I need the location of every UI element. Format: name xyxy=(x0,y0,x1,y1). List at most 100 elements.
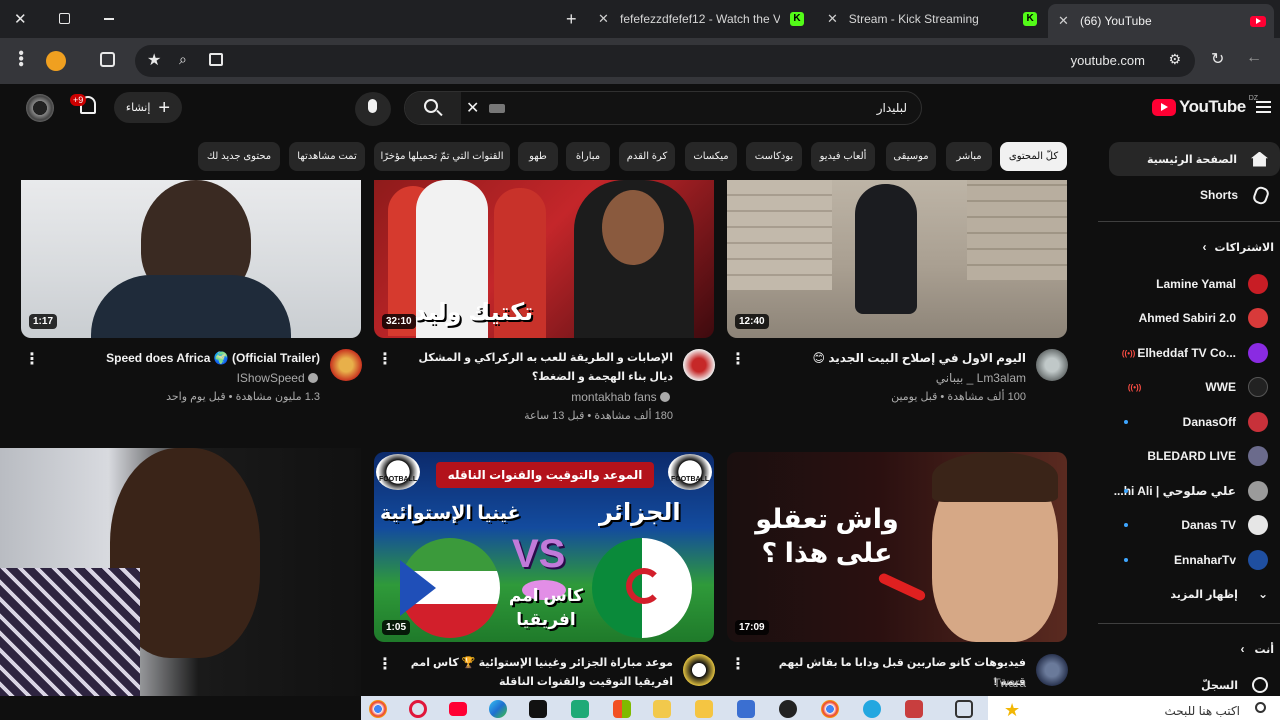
chip-all[interactable]: محتوى جديد لك xyxy=(198,142,280,171)
channel-avatar[interactable] xyxy=(1036,654,1068,686)
subscriptions-header[interactable]: ‹ الاشتراكات xyxy=(1200,240,1280,254)
meet-icon[interactable] xyxy=(571,700,589,718)
search-icon-handle xyxy=(436,109,443,117)
chrome-active-icon[interactable] xyxy=(821,700,839,718)
more-actions-icon[interactable]: ⋮ xyxy=(730,349,746,369)
sidebar-subscription[interactable]: EnnaharTv xyxy=(1098,545,1268,575)
search-input[interactable]: لبليدار xyxy=(877,101,907,115)
chrome-icon[interactable] xyxy=(369,700,387,718)
site-settings-icon[interactable]: ⚙ xyxy=(1168,51,1181,68)
video-thumbnail[interactable]: 12:40 xyxy=(727,180,1067,338)
bookmark-star-icon[interactable]: ★ xyxy=(147,50,161,70)
sidebar-subscription[interactable]: علي صلوحي | hi Ali... xyxy=(1098,476,1268,506)
channel-avatar[interactable] xyxy=(683,654,715,686)
more-actions-icon[interactable]: ⋮ xyxy=(377,654,393,674)
youtube-app-icon[interactable] xyxy=(449,702,467,716)
sidebar-subscription[interactable]: BLEDARD LIVE xyxy=(1098,441,1268,471)
url-text[interactable]: youtube.com xyxy=(1071,53,1145,68)
opera-icon[interactable] xyxy=(409,700,427,718)
address-bar[interactable]: ★ ⌕ youtube.com ⚙ xyxy=(135,45,1195,77)
install-app-icon[interactable] xyxy=(209,53,223,66)
close-tab-icon[interactable]: ✕ xyxy=(598,11,612,27)
reload-icon[interactable]: ↻ xyxy=(1211,49,1224,69)
sidebar-subscription[interactable]: ((•)) WWE xyxy=(1098,372,1268,402)
close-tab-icon[interactable]: ✕ xyxy=(827,11,841,27)
video-title[interactable]: اليوم الاول في إصلاح البيت الجديد 😊 xyxy=(760,349,1027,368)
channel-avatar[interactable] xyxy=(1036,349,1068,381)
chip-football[interactable]: كرة القدم xyxy=(619,142,675,171)
app-icon[interactable] xyxy=(737,700,755,718)
close-tab-icon[interactable]: ✕ xyxy=(1058,13,1072,29)
new-content-dot xyxy=(1124,489,1128,493)
sidebar-subscription[interactable]: Lamine Yamal xyxy=(1098,269,1268,299)
video-title[interactable]: Speed does Africa 🌍 (Official Trailer) xyxy=(40,349,320,368)
close-window-icon[interactable]: ✕ xyxy=(14,10,27,28)
video-title[interactable]: موعد مباراة الجزائر وغينيا الإستوائية 🏆 … xyxy=(398,654,673,692)
taskbar-search-box[interactable]: ★ اكتب هنا للبحث xyxy=(988,696,1280,720)
youtube-logo[interactable]: YouTube DZ xyxy=(1152,95,1258,117)
channel-name[interactable]: montakhab fans xyxy=(500,390,670,404)
sidebar-subscription[interactable]: DanasOff xyxy=(1098,407,1268,437)
zoom-icon[interactable]: ⌕ xyxy=(179,51,187,68)
clear-search-icon[interactable]: ✕ xyxy=(466,98,479,118)
channel-name[interactable]: Lm3alam _ بيباني xyxy=(860,371,1026,385)
back-arrow-icon[interactable]: ← xyxy=(1246,49,1262,67)
menu-dots-icon[interactable]: ••• xyxy=(12,50,29,67)
sidebar-subscription[interactable]: Danas TV xyxy=(1098,510,1268,540)
chip-live[interactable]: مباشر xyxy=(946,142,992,171)
search-button[interactable] xyxy=(405,92,461,124)
obs-icon[interactable] xyxy=(779,700,797,718)
account-avatar[interactable] xyxy=(26,94,54,122)
capcut-icon[interactable] xyxy=(529,700,547,718)
edge-icon[interactable] xyxy=(489,700,507,718)
more-actions-icon[interactable]: ⋮ xyxy=(377,349,393,369)
task-view-icon[interactable] xyxy=(955,700,973,718)
channel-avatar[interactable] xyxy=(330,349,362,381)
chip-music[interactable]: موسيقى xyxy=(886,142,936,171)
notification-badge: +9 xyxy=(70,94,87,106)
keyboard-icon[interactable] xyxy=(489,104,505,113)
chip-mixes[interactable]: ميكسات xyxy=(685,142,737,171)
channel-name[interactable]: IShowSpeed xyxy=(150,371,318,385)
more-actions-icon[interactable]: ⋮ xyxy=(730,654,746,674)
app-icon[interactable] xyxy=(905,700,923,718)
sidebar-subscription[interactable]: Ahmed Sabiri 2.0 xyxy=(1098,303,1268,333)
browser-tab[interactable]: ✕ fefefezzdfefef12 - Watch the VO K xyxy=(598,4,813,34)
chip-match[interactable]: مباراة xyxy=(566,142,610,171)
sidebar-item-home[interactable]: الصفحة الرئيسية xyxy=(1109,142,1280,176)
restore-window-icon[interactable] xyxy=(59,13,70,24)
extensions-icon[interactable] xyxy=(100,52,115,67)
chip-recently-uploaded[interactable]: القنوات التي تمّ تحميلها مؤخرًا xyxy=(374,142,510,171)
you-header[interactable]: ‹ أنت xyxy=(1200,642,1280,656)
channel-avatar[interactable] xyxy=(683,349,715,381)
sidebar-item-shorts[interactable]: Shorts xyxy=(1109,178,1280,212)
folder-icon[interactable] xyxy=(695,700,713,718)
sidebar-item-label: السجلّ xyxy=(1201,679,1238,692)
mail-icon[interactable] xyxy=(653,700,671,718)
taskbar-search-input[interactable]: اكتب هنا للبحث xyxy=(1164,704,1240,718)
channel-name[interactable]: Twara xyxy=(900,676,1026,690)
chip-watched[interactable]: تمت مشاهدتها xyxy=(289,142,365,171)
browser-tab[interactable]: ✕ Stream - Kick Streaming K xyxy=(827,4,1037,34)
profile-avatar[interactable] xyxy=(46,51,66,71)
chip-podcast[interactable]: بودكاست xyxy=(746,142,802,171)
video-title[interactable]: الإصابات و الطريقة للعب به الركراكي و ال… xyxy=(400,349,673,387)
sidebar-item-history[interactable]: السجلّ xyxy=(1098,670,1268,696)
chip-gaming[interactable]: ألعاب فيديو xyxy=(811,142,875,171)
video-thumbnail[interactable]: واش تعقلو على هذا ؟ 17:09 xyxy=(727,452,1067,642)
show-more-button[interactable]: إظهار المزيد ⌄ xyxy=(1098,579,1268,609)
video-thumbnail[interactable]: الموعد والتوقيت والقنوات الناقله FOOTBAL… xyxy=(374,452,714,642)
minimize-window-icon[interactable] xyxy=(104,18,114,20)
sidebar-subscription[interactable]: ((•)) Elheddaf TV Co... xyxy=(1098,338,1268,368)
app-icon[interactable] xyxy=(863,700,881,718)
new-tab-button[interactable]: + xyxy=(566,9,577,30)
video-thumbnail[interactable]: 1:17 xyxy=(21,180,361,338)
search-bar[interactable]: ✕ لبليدار xyxy=(404,91,922,125)
video-thumbnail[interactable]: تكتيك وليد 32:10 xyxy=(374,180,714,338)
create-button[interactable]: إنشاء + xyxy=(114,92,182,123)
store-icon[interactable] xyxy=(613,700,631,718)
chip-all-content[interactable]: كلّ المحتوى xyxy=(1000,142,1067,171)
browser-tab-active[interactable]: ✕ (66) YouTube xyxy=(1048,4,1274,38)
more-actions-icon[interactable]: ⋮ xyxy=(24,349,40,369)
chip-cooking[interactable]: طهو xyxy=(518,142,558,171)
